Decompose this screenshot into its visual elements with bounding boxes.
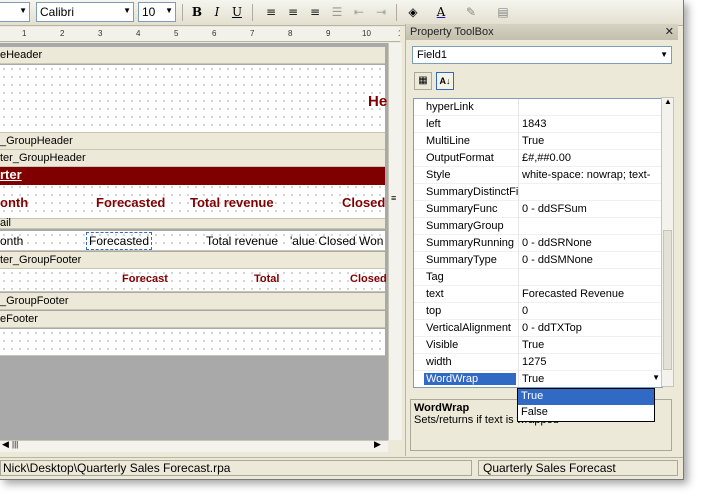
detail-section[interactable]: onth Forecasted Total revenue 'alue Clos… xyxy=(0,231,385,251)
scroll-thumb[interactable] xyxy=(663,230,672,370)
band-group-header[interactable]: _GroupHeader xyxy=(0,133,385,150)
status-report-name: Quarterly Sales Forecast xyxy=(478,460,678,476)
chevron-down-icon: ▼ xyxy=(123,6,131,15)
align-right-icon[interactable]: ≡ xyxy=(306,3,324,21)
property-row[interactable]: SummaryFunc 0 - ddSFSum xyxy=(414,201,662,218)
property-row[interactable]: Visible True xyxy=(414,337,662,354)
footer-forecast[interactable]: Forecast xyxy=(122,273,168,285)
property-toolbox-title: Property ToolBox ✕ xyxy=(406,24,678,40)
property-row[interactable]: SummaryRunning 0 - ddSRNone xyxy=(414,235,662,252)
app-window: ▼ Calibri ▼ 10 ▼ B I U ≡ ≡ ≡ ☰ ⇤ ⇥ ◈ A ✎ ▤… xyxy=(0,0,684,480)
close-icon[interactable]: ✕ xyxy=(665,24,674,40)
footer-total[interactable]: Total xyxy=(254,273,279,285)
chevron-down-icon: ▼ xyxy=(660,50,668,59)
scroll-grip-icon: ||| xyxy=(12,440,19,449)
header-month[interactable]: onth xyxy=(0,195,28,210)
band-quarter-group-header[interactable]: ter_GroupHeader xyxy=(0,150,385,167)
chevron-down-icon: ▼ xyxy=(19,6,27,15)
font-name-combo[interactable]: Calibri ▼ xyxy=(36,2,134,22)
style-combo[interactable]: ▼ xyxy=(0,2,30,22)
property-row[interactable]: VerticalAlignment 0 - ddTXTop xyxy=(414,320,662,337)
align-left-icon[interactable]: ≡ xyxy=(262,3,280,21)
italic-button[interactable]: I xyxy=(208,3,226,21)
categorized-icon[interactable]: ▦ xyxy=(414,72,432,90)
property-row[interactable]: MultiLine True xyxy=(414,133,662,150)
object-selector[interactable]: Field1 ▼ xyxy=(412,46,672,64)
property-grid[interactable]: hyperLink left 1843 MultiLine True OutputF… xyxy=(413,98,663,388)
property-row[interactable]: SummaryGroup xyxy=(414,218,662,235)
fill-color-icon[interactable]: ◈ xyxy=(404,3,422,21)
quarter-footer-section[interactable]: Forecast Total Closed xyxy=(0,269,387,292)
property-row[interactable]: top 0 xyxy=(414,303,662,320)
property-row-selected[interactable]: WordWrap True ▼ xyxy=(414,371,662,387)
detail-forecasted-selected[interactable]: Forecasted xyxy=(86,232,153,250)
report-design-surface[interactable]: eHeader He _GroupHeader ter_GroupHeader … xyxy=(0,43,388,440)
dropdown-option-false[interactable]: False xyxy=(518,405,654,421)
font-size-combo[interactable]: 10 ▼ xyxy=(138,2,176,22)
property-row[interactable]: text Forecasted Revenue xyxy=(414,286,662,303)
alphabetical-sort-icon[interactable]: A↓ xyxy=(436,72,454,90)
property-row[interactable]: Tag xyxy=(414,269,662,286)
band-page-footer[interactable]: eFooter xyxy=(0,311,385,328)
object-selector-value: Field1 xyxy=(417,49,447,61)
quarter-label[interactable]: rter xyxy=(0,167,385,185)
quarter-header-section[interactable]: rter onth Forecasted Total revenue Close… xyxy=(0,167,385,219)
scroll-left-icon[interactable]: ◀ xyxy=(2,439,9,450)
underline-button[interactable]: U xyxy=(228,3,246,21)
font-name-value: Calibri xyxy=(40,5,75,19)
scroll-grip-icon: ≡ xyxy=(391,193,397,203)
footer-closed[interactable]: Closed xyxy=(350,273,387,285)
status-file-path: Nick\Desktop\Quarterly Sales Forecast.rp… xyxy=(0,460,472,476)
formatting-toolbar: ▼ Calibri ▼ 10 ▼ B I U ≡ ≡ ≡ ☰ ⇤ ⇥ ◈ A ✎ ▤ xyxy=(0,0,683,26)
detail-closed[interactable]: 'alue Closed Won xyxy=(290,234,383,248)
chevron-down-icon: ▼ xyxy=(165,6,173,15)
header-closed[interactable]: Closed xyxy=(342,195,385,210)
property-row[interactable]: Style white-space: nowrap; text- xyxy=(414,167,662,184)
detail-month[interactable]: onth xyxy=(0,234,23,248)
property-row[interactable]: SummaryType 0 - ddSMNone xyxy=(414,252,662,269)
indent-icon[interactable]: ⇥ xyxy=(372,3,390,21)
property-row[interactable]: SummaryDistinctFie xyxy=(414,184,662,201)
outdent-icon[interactable]: ⇤ xyxy=(350,3,368,21)
page-header-section[interactable]: He xyxy=(0,65,387,133)
scroll-up-icon[interactable]: ▲ xyxy=(664,97,672,106)
page-footer-section[interactable] xyxy=(0,329,385,356)
band-page-header[interactable]: eHeader xyxy=(0,47,385,64)
scroll-right-icon[interactable]: ▶ xyxy=(374,439,381,450)
design-horizontal-scrollbar[interactable]: ◀ ||| ▶ xyxy=(0,439,388,452)
band-detail[interactable]: ail xyxy=(0,218,385,229)
status-bar: Nick\Desktop\Quarterly Sales Forecast.rp… xyxy=(0,457,683,477)
design-vertical-scrollbar[interactable]: ≡ xyxy=(388,43,402,440)
header-forecasted[interactable]: Forecasted xyxy=(96,195,165,210)
detail-total-revenue[interactable]: Total revenue xyxy=(206,234,278,248)
horizontal-ruler: 1234567891011 xyxy=(0,27,400,42)
property-row[interactable]: hyperLink xyxy=(414,99,662,116)
line-style-icon[interactable]: ▤ xyxy=(494,3,512,21)
wordwrap-dropdown-list[interactable]: True False xyxy=(517,388,655,422)
line-color-icon[interactable]: ✎ xyxy=(462,3,480,21)
bold-button[interactable]: B xyxy=(188,3,206,21)
property-row[interactable]: OutputFormat £#,##0.00 xyxy=(414,150,662,167)
band-quarter-group-footer[interactable]: ter_GroupFooter xyxy=(0,252,385,269)
band-group-footer[interactable]: _GroupFooter xyxy=(0,293,385,310)
property-row[interactable]: left 1843 xyxy=(414,116,662,133)
font-size-value: 10 xyxy=(142,5,156,19)
font-color-icon[interactable]: A xyxy=(432,3,450,21)
dropdown-option-true[interactable]: True xyxy=(518,389,654,405)
chevron-down-icon[interactable]: ▼ xyxy=(652,373,660,382)
report-title-field[interactable]: He xyxy=(368,93,387,110)
property-grid-scrollbar[interactable]: ▲ xyxy=(661,97,674,387)
bullets-icon[interactable]: ☰ xyxy=(328,3,346,21)
header-total-revenue[interactable]: Total revenue xyxy=(190,195,274,210)
align-center-icon[interactable]: ≡ xyxy=(284,3,302,21)
property-row[interactable]: width 1275 xyxy=(414,354,662,371)
